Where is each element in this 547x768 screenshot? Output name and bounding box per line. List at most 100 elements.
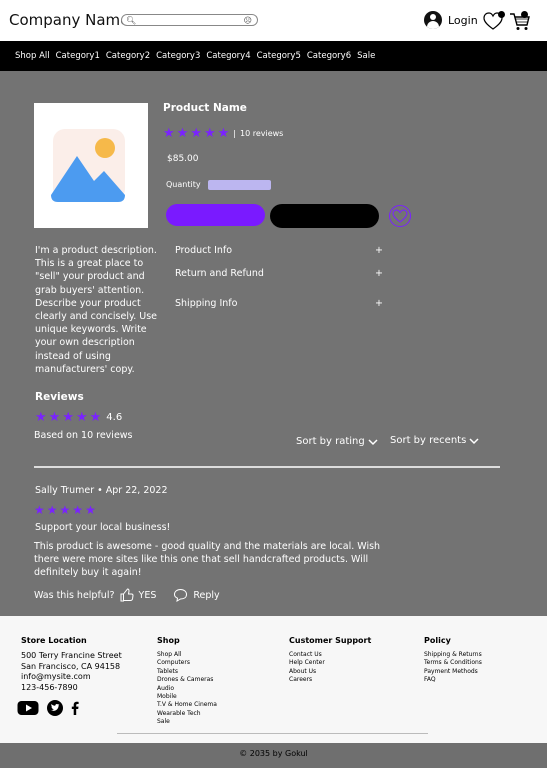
reply-button[interactable]: Reply <box>173 588 220 602</box>
speech-bubble-icon <box>174 588 188 602</box>
wishlist-badge <box>498 11 505 18</box>
reviews-divider <box>34 466 500 468</box>
nav-item-category4[interactable]: Category4 <box>206 51 250 61</box>
helpful-yes-button[interactable]: YES <box>120 588 157 602</box>
wishlist-button[interactable] <box>482 10 505 32</box>
store-city-line: San Francisco, CA 94158 <box>21 661 121 671</box>
star-icon: ★ <box>89 410 102 425</box>
youtube-icon[interactable] <box>17 700 39 716</box>
footer-shop: Shop Shop All Computers Tablets Drones &… <box>157 636 217 727</box>
sort-label: Sort by recents <box>390 435 467 446</box>
accordion-shipping-info[interactable]: Shipping Info + <box>175 298 383 309</box>
footer-policy: Policy Shipping & Returns Terms & Condit… <box>424 636 482 685</box>
heart-icon <box>392 209 408 223</box>
search-input[interactable]: 🔍︎ ☹︎ <box>121 14 258 26</box>
star-icon: ★ <box>163 126 175 141</box>
brand-name[interactable]: Company Name <box>9 11 129 29</box>
plus-icon: + <box>375 298 383 309</box>
star-icon: ★ <box>62 410 74 425</box>
quantity-label: Quantity <box>166 180 201 189</box>
footer-link[interactable]: Contact Us <box>289 651 371 659</box>
store-email-link[interactable]: info@mysite.com <box>21 672 122 683</box>
footer-link[interactable]: Tablets <box>157 668 217 676</box>
nav-item-category5[interactable]: Category5 <box>257 51 301 61</box>
footer-link[interactable]: Drones & Cameras <box>157 676 217 684</box>
nav-item-category2[interactable]: Category2 <box>106 51 150 61</box>
nav-item-category6[interactable]: Category6 <box>307 51 351 61</box>
reviews-based-on: Based on 10 reviews <box>34 430 133 441</box>
footer-link[interactable]: Audio <box>157 685 217 693</box>
product-description: I'm a product description. This is a gre… <box>35 245 158 375</box>
footer-heading: Policy <box>424 636 451 645</box>
accordion-return-refund[interactable]: Return and Refund + <box>175 268 383 279</box>
nav-item-category1[interactable]: Category1 <box>56 51 100 61</box>
product-rating[interactable]: ★ ★ ★ ★ ★ | 10 reviews <box>163 127 283 140</box>
nav-item-shop-all[interactable]: Shop All <box>15 51 50 61</box>
cart-button[interactable] <box>509 10 531 32</box>
star-icon: ★ <box>59 503 71 517</box>
store-address-line: 500 Terry Francine Street <box>21 651 122 660</box>
product-name: Product Name <box>163 102 247 114</box>
product-image[interactable] <box>34 103 148 228</box>
star-icon: ★ <box>34 503 45 517</box>
reviews-title: Reviews <box>35 391 84 403</box>
footer-link[interactable]: Help Center <box>289 659 371 667</box>
accordion-label: Return and Refund <box>175 268 264 279</box>
footer-link[interactable]: About Us <box>289 668 371 676</box>
footer-link[interactable]: Wearable Tech <box>157 710 217 718</box>
star-icon: ★ <box>75 410 88 425</box>
nav-item-category3[interactable]: Category3 <box>156 51 200 61</box>
accordion-label: Product Info <box>175 245 233 256</box>
chevron-down-icon <box>368 438 378 445</box>
facebook-icon[interactable] <box>71 701 79 715</box>
chevron-down-icon <box>469 437 479 444</box>
login-label: Login <box>448 13 478 27</box>
footer-link[interactable]: Computers <box>157 659 217 667</box>
site-header: Company Name 🔍︎ ☹︎ Login <box>0 0 547 41</box>
footer-store-location: Store Location 500 Terry Francine Street… <box>21 636 122 693</box>
copyright-text: © 2035 by Gokul <box>239 749 308 758</box>
image-placeholder-icon <box>51 129 125 202</box>
accordion-label: Shipping Info <box>175 298 238 309</box>
footer-link[interactable]: Payment Methods <box>424 668 482 676</box>
star-icon: ★ <box>48 410 61 425</box>
footer-heading: Customer Support <box>289 636 372 645</box>
star-icon: ★ <box>46 503 58 517</box>
plus-icon: + <box>375 268 383 279</box>
star-icon: ★ <box>190 126 202 141</box>
reviews-summary: ★ ★ ★ ★ ★ 4.6 <box>35 411 122 424</box>
nav-item-sale[interactable]: Sale <box>357 51 375 61</box>
review-body: This product is awesome - good quality a… <box>34 541 381 578</box>
average-rating-stars: ★ ★ ★ ★ ★ <box>35 411 101 424</box>
site-footer: Store Location 500 Terry Francine Street… <box>0 616 547 743</box>
footer-link[interactable]: Mobile <box>157 693 217 701</box>
twitter-icon[interactable] <box>47 700 63 716</box>
product-page: Product Name ★ ★ ★ ★ ★ | 10 reviews $85.… <box>0 71 547 616</box>
add-to-cart-button[interactable] <box>166 204 265 226</box>
buy-now-button[interactable] <box>270 204 379 228</box>
store-phone: 123-456-7890 <box>21 682 78 692</box>
star-icon: ★ <box>72 503 84 517</box>
sort-by-recents-dropdown[interactable]: Sort by recents <box>390 435 479 446</box>
product-price: $85.00 <box>167 154 199 164</box>
login-button[interactable]: Login <box>424 10 478 30</box>
accordion-product-info[interactable]: Product Info + <box>175 245 383 256</box>
footer-link[interactable]: T.V & Home Cinema <box>157 701 217 709</box>
footer-link[interactable]: Shipping & Returns <box>424 651 482 659</box>
footer-link[interactable]: Shop All <box>157 651 217 659</box>
copyright-bar: © 2035 by Gokul <box>0 743 547 768</box>
review-author-date: Sally Trumer • Apr 22, 2022 <box>35 485 168 496</box>
microphone-icon[interactable]: ☹︎ <box>244 15 252 26</box>
footer-link[interactable]: Terms & Conditions <box>424 659 482 667</box>
quantity-stepper[interactable] <box>208 180 271 190</box>
footer-link[interactable]: FAQ <box>424 676 482 684</box>
thumbs-up-icon <box>120 588 134 602</box>
sort-by-rating-dropdown[interactable]: Sort by rating <box>296 436 378 447</box>
footer-heading: Shop <box>157 636 180 645</box>
star-icon: ★ <box>217 126 230 141</box>
helpful-yes-label: YES <box>138 589 157 601</box>
footer-link[interactable]: Sale <box>157 718 217 726</box>
review-title: Support your local business! <box>35 522 171 533</box>
add-to-wishlist-button[interactable] <box>389 205 411 227</box>
footer-link[interactable]: Careers <box>289 676 371 684</box>
